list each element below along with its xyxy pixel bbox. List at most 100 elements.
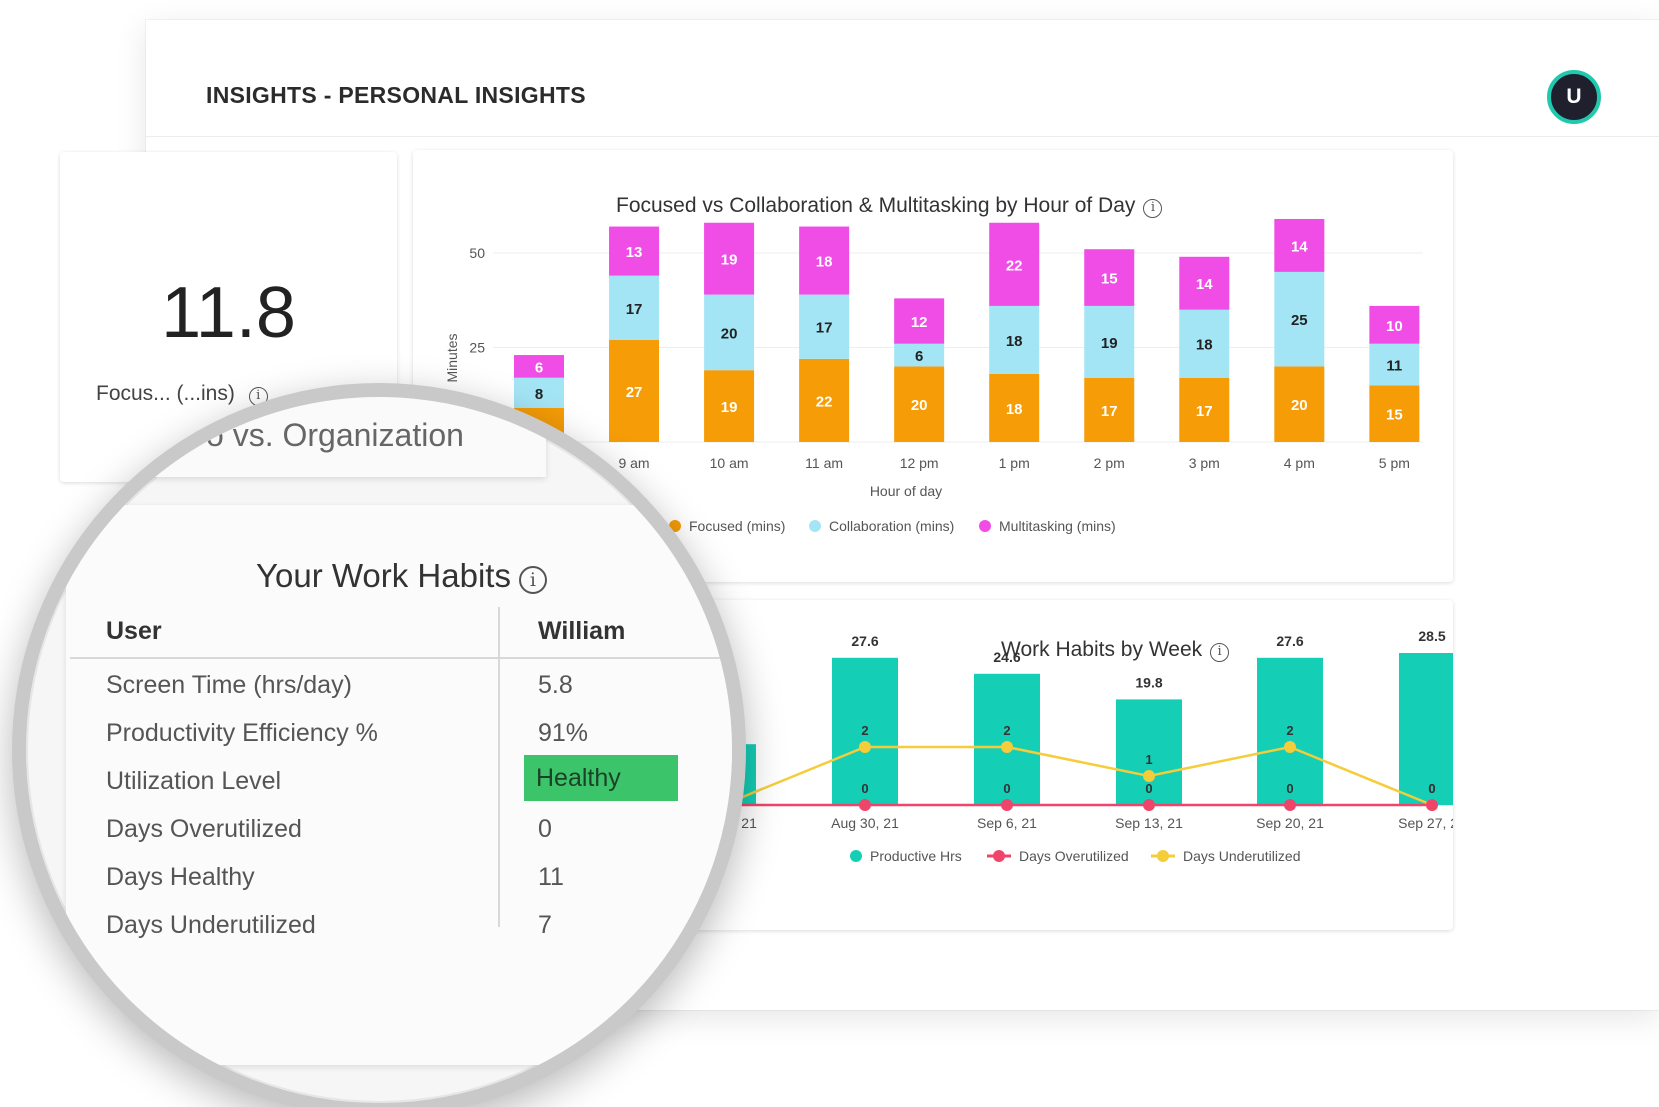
overutilized-point (859, 799, 871, 811)
column-header-user: User (106, 617, 162, 645)
x-tick-label: 2 pm (1094, 455, 1125, 471)
bar-value-label: 28.5 (1418, 628, 1445, 644)
data-label: 20 (911, 397, 928, 414)
magnifier-lens: o vs. Organization Your Work Habits i Use… (12, 383, 746, 1107)
row-label: Days Underutilized (106, 911, 316, 939)
row-value: 5.8 (538, 671, 573, 699)
data-label: 17 (1196, 403, 1213, 420)
y-tick-label: 25 (469, 340, 485, 356)
data-label: 13 (626, 244, 643, 261)
bar-value-label: 27.6 (851, 633, 878, 649)
table-row: Days Healthy 11 (70, 851, 732, 899)
row-label: Screen Time (hrs/day) (106, 671, 352, 699)
x-tick-label: 1 pm (999, 455, 1030, 471)
data-label: 19 (721, 252, 738, 269)
row-value: 11 (538, 863, 564, 891)
data-label: 15 (1101, 271, 1118, 288)
x-tick-label: 5 pm (1379, 455, 1410, 471)
page-header: INSIGHTS - PERSONAL INSIGHTS U (146, 20, 1659, 137)
legend-label: Collaboration (mins) (829, 518, 954, 534)
y-axis-label: Minutes (444, 333, 460, 382)
underutilized-line (722, 745, 1433, 807)
underutilized-label: 2 (1003, 723, 1010, 738)
data-label: 19 (1101, 335, 1118, 352)
legend-swatch (993, 850, 1005, 862)
table-row: Days Underutilized 7 (70, 899, 732, 947)
data-label: 6 (915, 348, 923, 365)
table-row: Screen Time (hrs/day) 5.8 (70, 659, 732, 707)
magnified-view: o vs. Organization Your Work Habits i Use… (26, 397, 732, 1103)
legend-swatch (979, 520, 991, 532)
vs-organization-text: o vs. Organization (206, 417, 464, 453)
x-tick-label: Sep 27, 21 (1398, 815, 1453, 831)
x-tick-label: 11 am (805, 455, 843, 471)
legend-label: Productive Hrs (870, 848, 962, 864)
x-tick-label: Aug 30, 21 (831, 815, 899, 831)
overutilized-label: 0 (861, 781, 868, 796)
x-tick-label: Sep 13, 21 (1115, 815, 1183, 831)
data-label: 15 (1386, 407, 1403, 424)
underutilized-label: 1 (1145, 752, 1152, 767)
data-label: 20 (721, 325, 738, 342)
overutilized-label: 0 (1003, 781, 1010, 796)
data-label: 22 (816, 393, 833, 410)
data-label: 11 (1386, 358, 1402, 375)
row-label: Productivity Efficiency % (106, 719, 378, 747)
row-value: 91% (538, 719, 589, 747)
legend-swatch (850, 850, 862, 862)
overutilized-label: 0 (1428, 781, 1435, 796)
data-label: 17 (816, 320, 833, 337)
legend-label: Days Overutilized (1019, 848, 1129, 864)
work-habits-title-text: Your Work Habits (256, 557, 511, 594)
x-tick-label: Sep 20, 21 (1256, 815, 1324, 831)
x-tick-label: 12 pm (900, 455, 939, 471)
data-label: 22 (1006, 257, 1023, 274)
data-label: 6 (535, 359, 543, 376)
y-tick-label: 50 (469, 245, 485, 261)
bar-value-label: 19.8 (1135, 674, 1162, 690)
underutilized-point (1284, 741, 1296, 753)
column-header-value: William (538, 617, 626, 645)
bar-value-label: 27.6 (1276, 633, 1303, 649)
data-label: 18 (1006, 401, 1023, 418)
productive-bar (1399, 653, 1453, 805)
table-row: Days Overutilized 0 (70, 803, 732, 851)
info-icon[interactable]: i (518, 566, 547, 594)
data-label: 14 (1291, 238, 1308, 255)
underutilized-label: 2 (861, 723, 868, 738)
x-tick-label: 4 pm (1284, 455, 1315, 471)
underutilized-label: 2 (1286, 723, 1293, 738)
row-value: 7 (538, 911, 552, 939)
bar-value-label: 24.6 (993, 649, 1020, 665)
legend-label: Multitasking (mins) (999, 518, 1116, 534)
data-label: 18 (1006, 333, 1023, 350)
overutilized-point (1426, 799, 1438, 811)
overutilized-label: 0 (1145, 781, 1152, 796)
row-label: Utilization Level (106, 767, 282, 795)
data-label: 10 (1386, 318, 1403, 335)
utilization-status-badge: Healthy (524, 755, 678, 801)
data-label: 12 (911, 314, 928, 331)
page-title: INSIGHTS - PERSONAL INSIGHTS (206, 82, 586, 108)
table-row: Productivity Efficiency % 91% (70, 707, 732, 755)
x-axis-label: Hour of day (870, 483, 942, 499)
legend-swatch (809, 520, 821, 532)
legend-swatch (1157, 850, 1169, 862)
data-label: 17 (626, 301, 643, 318)
data-label: 18 (816, 254, 833, 271)
underutilized-point (1001, 741, 1013, 753)
table-header-row: User William (70, 607, 732, 659)
overutilized-point (1143, 799, 1155, 811)
data-label: 20 (1291, 397, 1308, 414)
data-label: 17 (1101, 403, 1118, 420)
user-avatar[interactable]: U (1547, 70, 1601, 124)
work-habits-table: User William Screen Time (hrs/day) 5.8 P… (70, 607, 732, 947)
overutilized-point (1284, 799, 1296, 811)
data-label: 25 (1291, 312, 1308, 329)
data-label: 14 (1196, 276, 1213, 293)
underutilized-point (859, 741, 871, 753)
row-value: 0 (538, 815, 552, 843)
overutilized-label: 0 (1286, 781, 1293, 796)
row-label: Days Overutilized (106, 815, 302, 843)
work-habits-title: Your Work Habits i (256, 557, 547, 595)
